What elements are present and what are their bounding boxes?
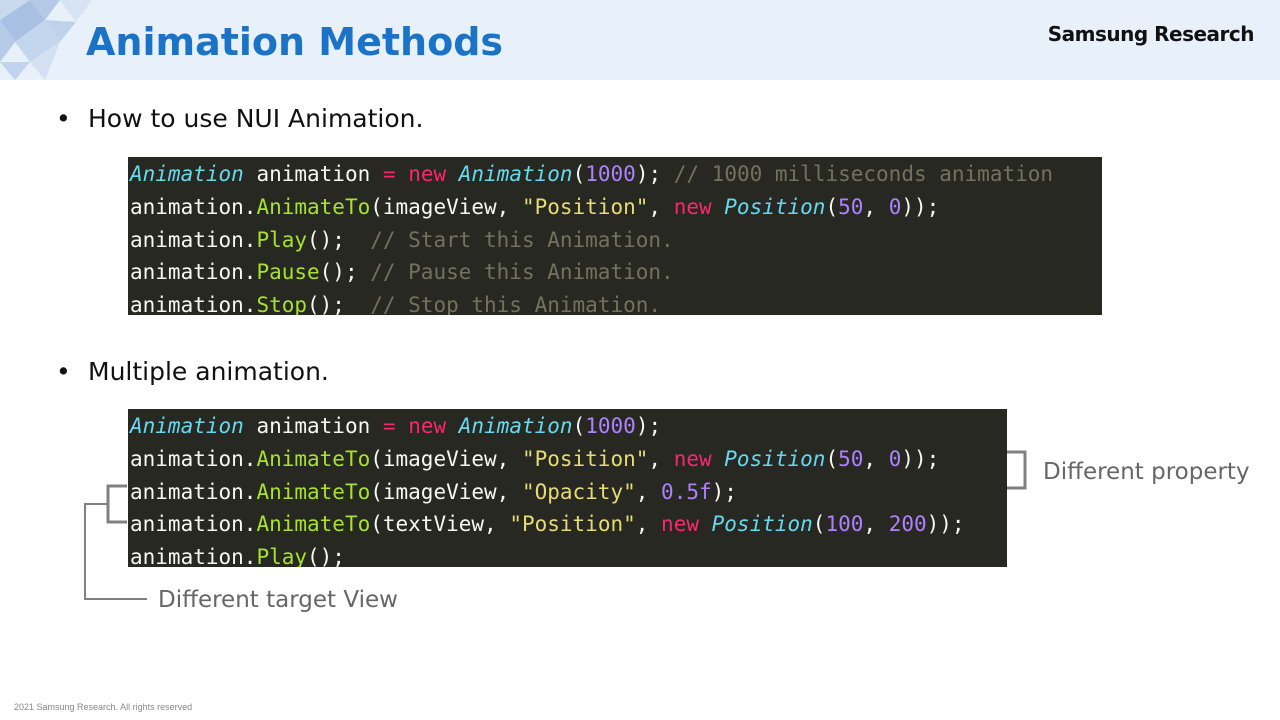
target-connector-icon <box>84 503 147 600</box>
footer-copyright: 2021 Samsung Research. All rights reserv… <box>14 702 193 712</box>
property-bracket-icon <box>1007 450 1027 490</box>
annotation-different-target: Different target View <box>158 587 398 613</box>
target-bracket-icon <box>106 484 127 524</box>
annotation-different-property: Different property <box>1043 459 1250 485</box>
